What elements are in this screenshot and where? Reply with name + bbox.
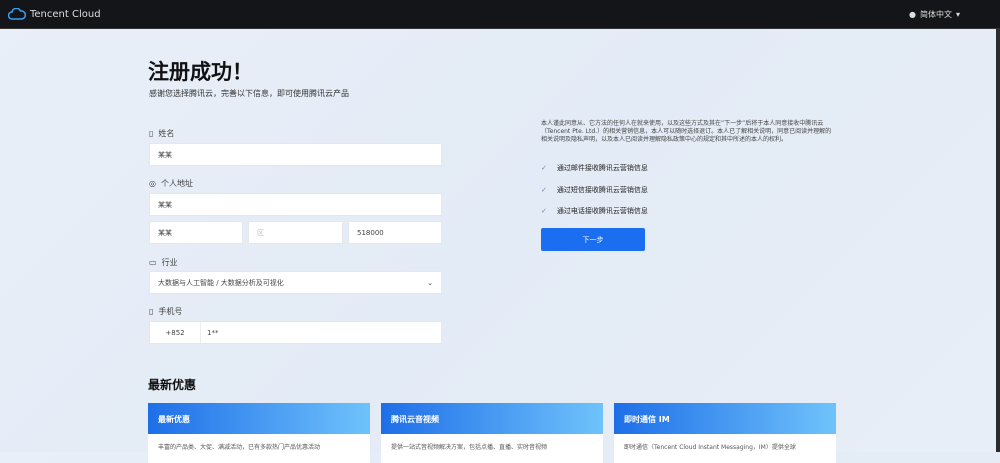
- language-selector[interactable]: ● 简体中文 ▾: [909, 9, 960, 20]
- consent-email[interactable]: ✓ 通过邮件接收腾讯云营销信息: [541, 163, 648, 173]
- language-label: 简体中文: [919, 9, 952, 19]
- next-button[interactable]: 下一步: [541, 228, 645, 251]
- consent-sms[interactable]: ✓ 通过短信接收腾讯云营销信息: [541, 185, 648, 195]
- location-icon: ◎: [149, 179, 156, 188]
- consent-email-label: 通过邮件接收腾讯云营销信息: [556, 164, 648, 172]
- offer-card-text: 即时通信（Tencent Cloud Instant Messaging，IM）…: [624, 444, 796, 451]
- address-input[interactable]: 某某: [149, 193, 442, 216]
- document-icon: ▯: [149, 129, 154, 138]
- globe-icon: ●: [909, 9, 916, 19]
- window-edge: [996, 29, 1000, 452]
- country-code[interactable]: +852: [150, 329, 200, 337]
- phone-icon: ▯: [149, 307, 154, 316]
- phone-input[interactable]: 1**: [200, 322, 218, 343]
- name-label-text: 姓名: [158, 129, 175, 138]
- offer-card[interactable]: 最新优惠丰富的产品类、大促、满减活动，已有多款热门产品优惠活动: [148, 403, 370, 463]
- offer-card-title: 即时通信 IM: [614, 403, 836, 434]
- check-icon: ✓: [541, 164, 547, 172]
- page-title: 注册成功！: [148, 60, 253, 84]
- top-bar: Tencent Cloud ● 简体中文 ▾: [0, 0, 1000, 29]
- phone-field[interactable]: +852 1**: [149, 321, 442, 344]
- consent-phone[interactable]: ✓ 通过电话接收腾讯云营销信息: [541, 206, 648, 216]
- name-input[interactable]: 某某: [149, 143, 442, 166]
- chevron-down-icon: ▾: [955, 9, 960, 19]
- offer-card-title: 最新优惠: [148, 403, 370, 434]
- address-label-text: 个人地址: [160, 179, 193, 188]
- logo-text: Tencent Cloud: [30, 8, 101, 20]
- industry-label-text: 行业: [161, 258, 178, 267]
- industry-value: 大数据与人工智能 / 大数据分析及可视化: [158, 278, 284, 287]
- address-label: ◎ 个人地址: [149, 178, 193, 189]
- district-input[interactable]: 区: [248, 221, 343, 244]
- consent-sms-label: 通过短信接收腾讯云营销信息: [556, 186, 648, 194]
- offer-card[interactable]: 即时通信 IM 即时通信（Tencent Cloud Instant Messag…: [614, 403, 836, 463]
- industry-label: ▭ 行业: [149, 257, 178, 268]
- name-label: ▯ 姓名: [149, 128, 174, 139]
- briefcase-icon: ▭: [149, 258, 157, 267]
- consent-phone-label: 通过电话接收腾讯云营销信息: [556, 207, 648, 215]
- offer-card-text: 提供一站式音视频解决方案，包括点播、直播、实时音视频: [391, 444, 548, 451]
- page-subtitle: 感谢您选择腾讯云，完善以下信息，即可使用腾讯云产品: [149, 89, 349, 98]
- cloud-icon: [8, 8, 26, 20]
- offer-card-title: 腾讯云音视频: [381, 403, 603, 434]
- tencent-cloud-logo[interactable]: Tencent Cloud: [8, 8, 101, 20]
- postcode-input[interactable]: 518000: [348, 221, 442, 244]
- phone-label-text: 手机号: [158, 307, 183, 316]
- industry-select[interactable]: 大数据与人工智能 / 大数据分析及可视化 ⌄: [149, 271, 442, 294]
- city-input[interactable]: 某某: [149, 221, 243, 244]
- check-icon: ✓: [541, 207, 547, 215]
- chevron-down-icon: ⌄: [427, 278, 433, 287]
- phone-label: ▯ 手机号: [149, 306, 182, 317]
- consent-note: 本人谨此同意从、它方法的任何人在就来使用，以及这些方式及其在“下一步”后将于本人…: [541, 120, 832, 143]
- offers-title: 最新优惠: [148, 378, 197, 392]
- offer-card-text: 丰富的产品类、大促、满减活动，已有多款热门产品优惠活动: [158, 444, 321, 451]
- check-icon: ✓: [541, 186, 547, 194]
- offer-card[interactable]: 腾讯云音视频提供一站式音视频解决方案，包括点播、直播、实时音视频: [381, 403, 603, 463]
